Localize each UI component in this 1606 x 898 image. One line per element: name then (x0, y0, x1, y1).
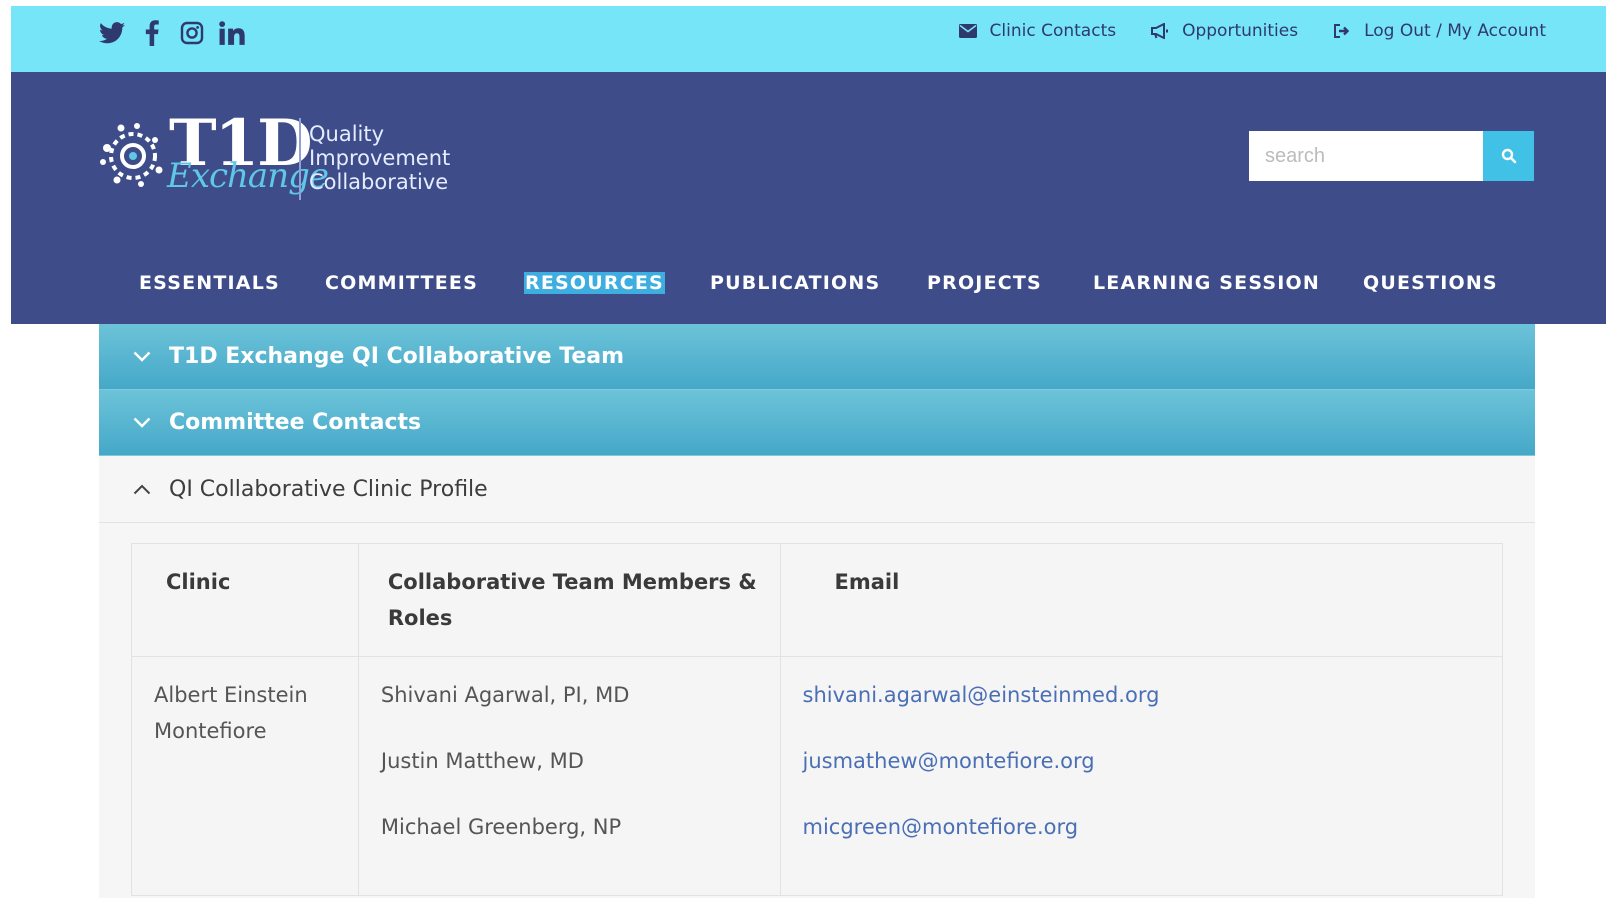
resources-accordion: T1D Exchange QI Collaborative Team Commi… (99, 324, 1535, 898)
members-cell: Shivani Agarwal, PI, MD Justin Matthew, … (357, 656, 781, 896)
nav-item-projects[interactable]: PROJECTS (927, 272, 1042, 294)
twitter-icon[interactable] (99, 20, 125, 46)
nav-item-committees[interactable]: COMMITTEES (325, 272, 478, 294)
megaphone-icon (1150, 22, 1170, 40)
search-icon (1501, 148, 1516, 164)
logo-dots-icon (100, 123, 163, 187)
nav-item-publications[interactable]: PUBLICATIONS (710, 272, 880, 294)
accordion-header-clinic-profile[interactable]: QI Collaborative Clinic Profile (99, 456, 1535, 523)
logo-script: Exchange (167, 156, 329, 196)
nav-item-essentials[interactable]: ESSENTIALS (139, 272, 280, 294)
clinic-profile-panel: Clinic Collaborative Team Members & Role… (99, 523, 1535, 898)
email-link[interactable]: micgreen@montefiore.org (803, 809, 1480, 875)
clinic-contacts-link[interactable]: Clinic Contacts (958, 21, 1117, 41)
search-box (1249, 131, 1534, 181)
nav-item-resources[interactable]: RESOURCES (524, 272, 665, 294)
site-header: T1D Exchange Quality Improvement Collabo… (11, 72, 1606, 324)
envelope-icon (958, 22, 978, 40)
site-logo[interactable]: T1D Exchange Quality Improvement Collabo… (97, 106, 477, 208)
logout-account-label: Log Out / My Account (1364, 21, 1546, 41)
chevron-down-icon (129, 417, 155, 428)
social-links (99, 20, 245, 46)
clinic-profile-table: Clinic Collaborative Team Members & Role… (131, 543, 1504, 896)
nav-item-questions[interactable]: QUESTIONS (1363, 272, 1498, 294)
accordion-title: Committee Contacts (169, 410, 422, 435)
table-row: Albert Einstein Montefiore Shivani Agarw… (131, 656, 1504, 896)
instagram-icon[interactable] (179, 20, 205, 46)
accordion-title: T1D Exchange QI Collaborative Team (169, 344, 625, 369)
logo-tagline-line: Quality (309, 122, 385, 146)
accordion-header-team[interactable]: T1D Exchange QI Collaborative Team (99, 324, 1535, 390)
chevron-down-icon (129, 351, 155, 362)
logo-tagline: Quality Improvement Collaborative (309, 122, 450, 194)
column-header-members: Collaborative Team Members & Roles (357, 543, 781, 657)
chevron-up-icon (129, 484, 155, 495)
main-nav: ESSENTIALS COMMITTEES RESOURCES PUBLICAT… (11, 272, 1606, 302)
search-button[interactable] (1483, 131, 1534, 181)
logout-account-link[interactable]: Log Out / My Account (1332, 21, 1546, 41)
facebook-icon[interactable] (139, 20, 165, 46)
email-link[interactable]: jusmathew@montefiore.org (803, 743, 1480, 809)
member-entry: Justin Matthew, MD (380, 749, 584, 773)
email-link[interactable]: shivani.agarwal@einsteinmed.org (803, 677, 1480, 743)
opportunities-label: Opportunities (1182, 21, 1299, 41)
opportunities-link[interactable]: Opportunities (1150, 21, 1298, 41)
nav-item-learning-session[interactable]: LEARNING SESSION (1093, 272, 1320, 294)
logo-divider (299, 118, 301, 200)
member-entry: Michael Greenberg, NP (380, 815, 622, 839)
clinic-cell: Albert Einstein Montefiore (131, 656, 359, 896)
linkedin-icon[interactable] (219, 20, 245, 46)
logo-tagline-line: Collaborative (309, 170, 449, 194)
column-header-email: Email (779, 543, 1504, 657)
top-bar: Clinic Contacts Opportunities Log Out / … (11, 6, 1606, 72)
member-entry: Shivani Agarwal, PI, MD (380, 683, 630, 707)
clinic-contacts-label: Clinic Contacts (989, 21, 1117, 41)
emails-cell: shivani.agarwal@einsteinmed.org jusmathe… (779, 656, 1504, 896)
logo-tagline-line: Improvement (309, 146, 451, 170)
utility-links: Clinic Contacts Opportunities Log Out / … (958, 6, 1546, 56)
accordion-title: QI Collaborative Clinic Profile (169, 476, 488, 502)
table-header-row: Clinic Collaborative Team Members & Role… (131, 543, 1504, 657)
clinic-name-line: Albert Einstein (154, 683, 308, 707)
clinic-name-line: Montefiore (154, 719, 267, 743)
accordion-header-committee-contacts[interactable]: Committee Contacts (99, 390, 1535, 456)
column-header-clinic: Clinic (131, 543, 359, 657)
sign-out-icon (1332, 22, 1352, 40)
search-input[interactable] (1249, 131, 1483, 181)
